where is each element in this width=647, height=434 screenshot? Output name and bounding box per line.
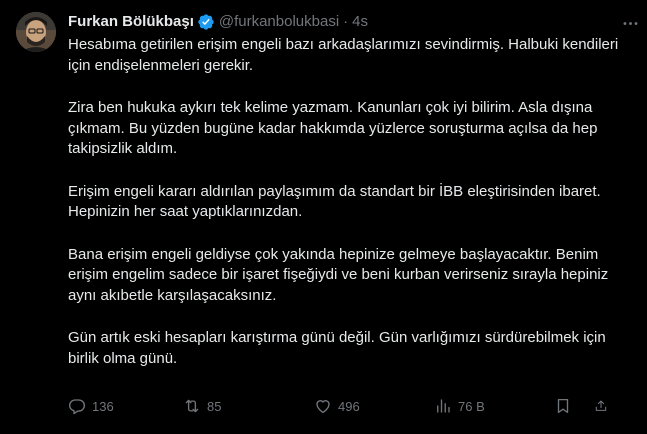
reply-icon bbox=[68, 399, 86, 415]
tweet[interactable]: Furkan Bölükbaşı @furkanbolukbasi · 4s H… bbox=[0, 0, 647, 434]
share-icon bbox=[595, 400, 607, 411]
repost-count: 85 bbox=[207, 398, 222, 414]
tweet-paragraph: Bana erişim engeli geldiyse çok yakında … bbox=[68, 245, 609, 304]
bookmark-button[interactable] bbox=[554, 397, 594, 415]
repost-button[interactable]: 85 bbox=[183, 397, 314, 415]
tweet-paragraph: Zira ben hukuka aykırı tek kelime yazmam… bbox=[68, 99, 598, 157]
tweet-header: Furkan Bölükbaşı @furkanbolukbasi · 4s bbox=[68, 12, 635, 32]
bookmark-icon bbox=[557, 398, 569, 414]
action-bar: 136 85 496 76 B bbox=[68, 394, 638, 418]
avatar[interactable] bbox=[16, 12, 56, 52]
tweet-paragraph: Hesabıma getirilen erişim engeli bazı ar… bbox=[68, 36, 619, 74]
separator-dot: · bbox=[343, 13, 349, 30]
tweet-paragraph: Gün artık eski hesapları karıştırma günü… bbox=[68, 329, 606, 367]
views-count: 76 B bbox=[458, 398, 485, 414]
repost-icon bbox=[185, 399, 199, 413]
views-icon bbox=[437, 399, 450, 413]
timestamp[interactable]: 4s bbox=[352, 12, 368, 32]
more-icon bbox=[623, 21, 637, 25]
like-button[interactable]: 496 bbox=[314, 397, 434, 415]
verified-badge-icon bbox=[197, 13, 215, 31]
author-handle[interactable]: @furkanbolukbasi bbox=[219, 12, 339, 32]
like-icon bbox=[316, 400, 330, 414]
views-button[interactable]: 76 B bbox=[434, 397, 554, 415]
more-button[interactable] bbox=[619, 12, 641, 34]
tweet-text: Hesabıma getirilen erişim engeli bazı ar… bbox=[68, 35, 635, 369]
reply-button[interactable]: 136 bbox=[68, 397, 183, 415]
share-button[interactable] bbox=[594, 397, 614, 415]
tweet-content: Furkan Bölükbaşı @furkanbolukbasi · 4s H… bbox=[68, 12, 635, 391]
like-count: 496 bbox=[338, 398, 360, 414]
reply-count: 136 bbox=[92, 398, 114, 414]
author-name[interactable]: Furkan Bölükbaşı bbox=[68, 12, 194, 32]
tweet-paragraph: Erişim engeli kararı aldırılan paylaşımı… bbox=[68, 182, 601, 221]
